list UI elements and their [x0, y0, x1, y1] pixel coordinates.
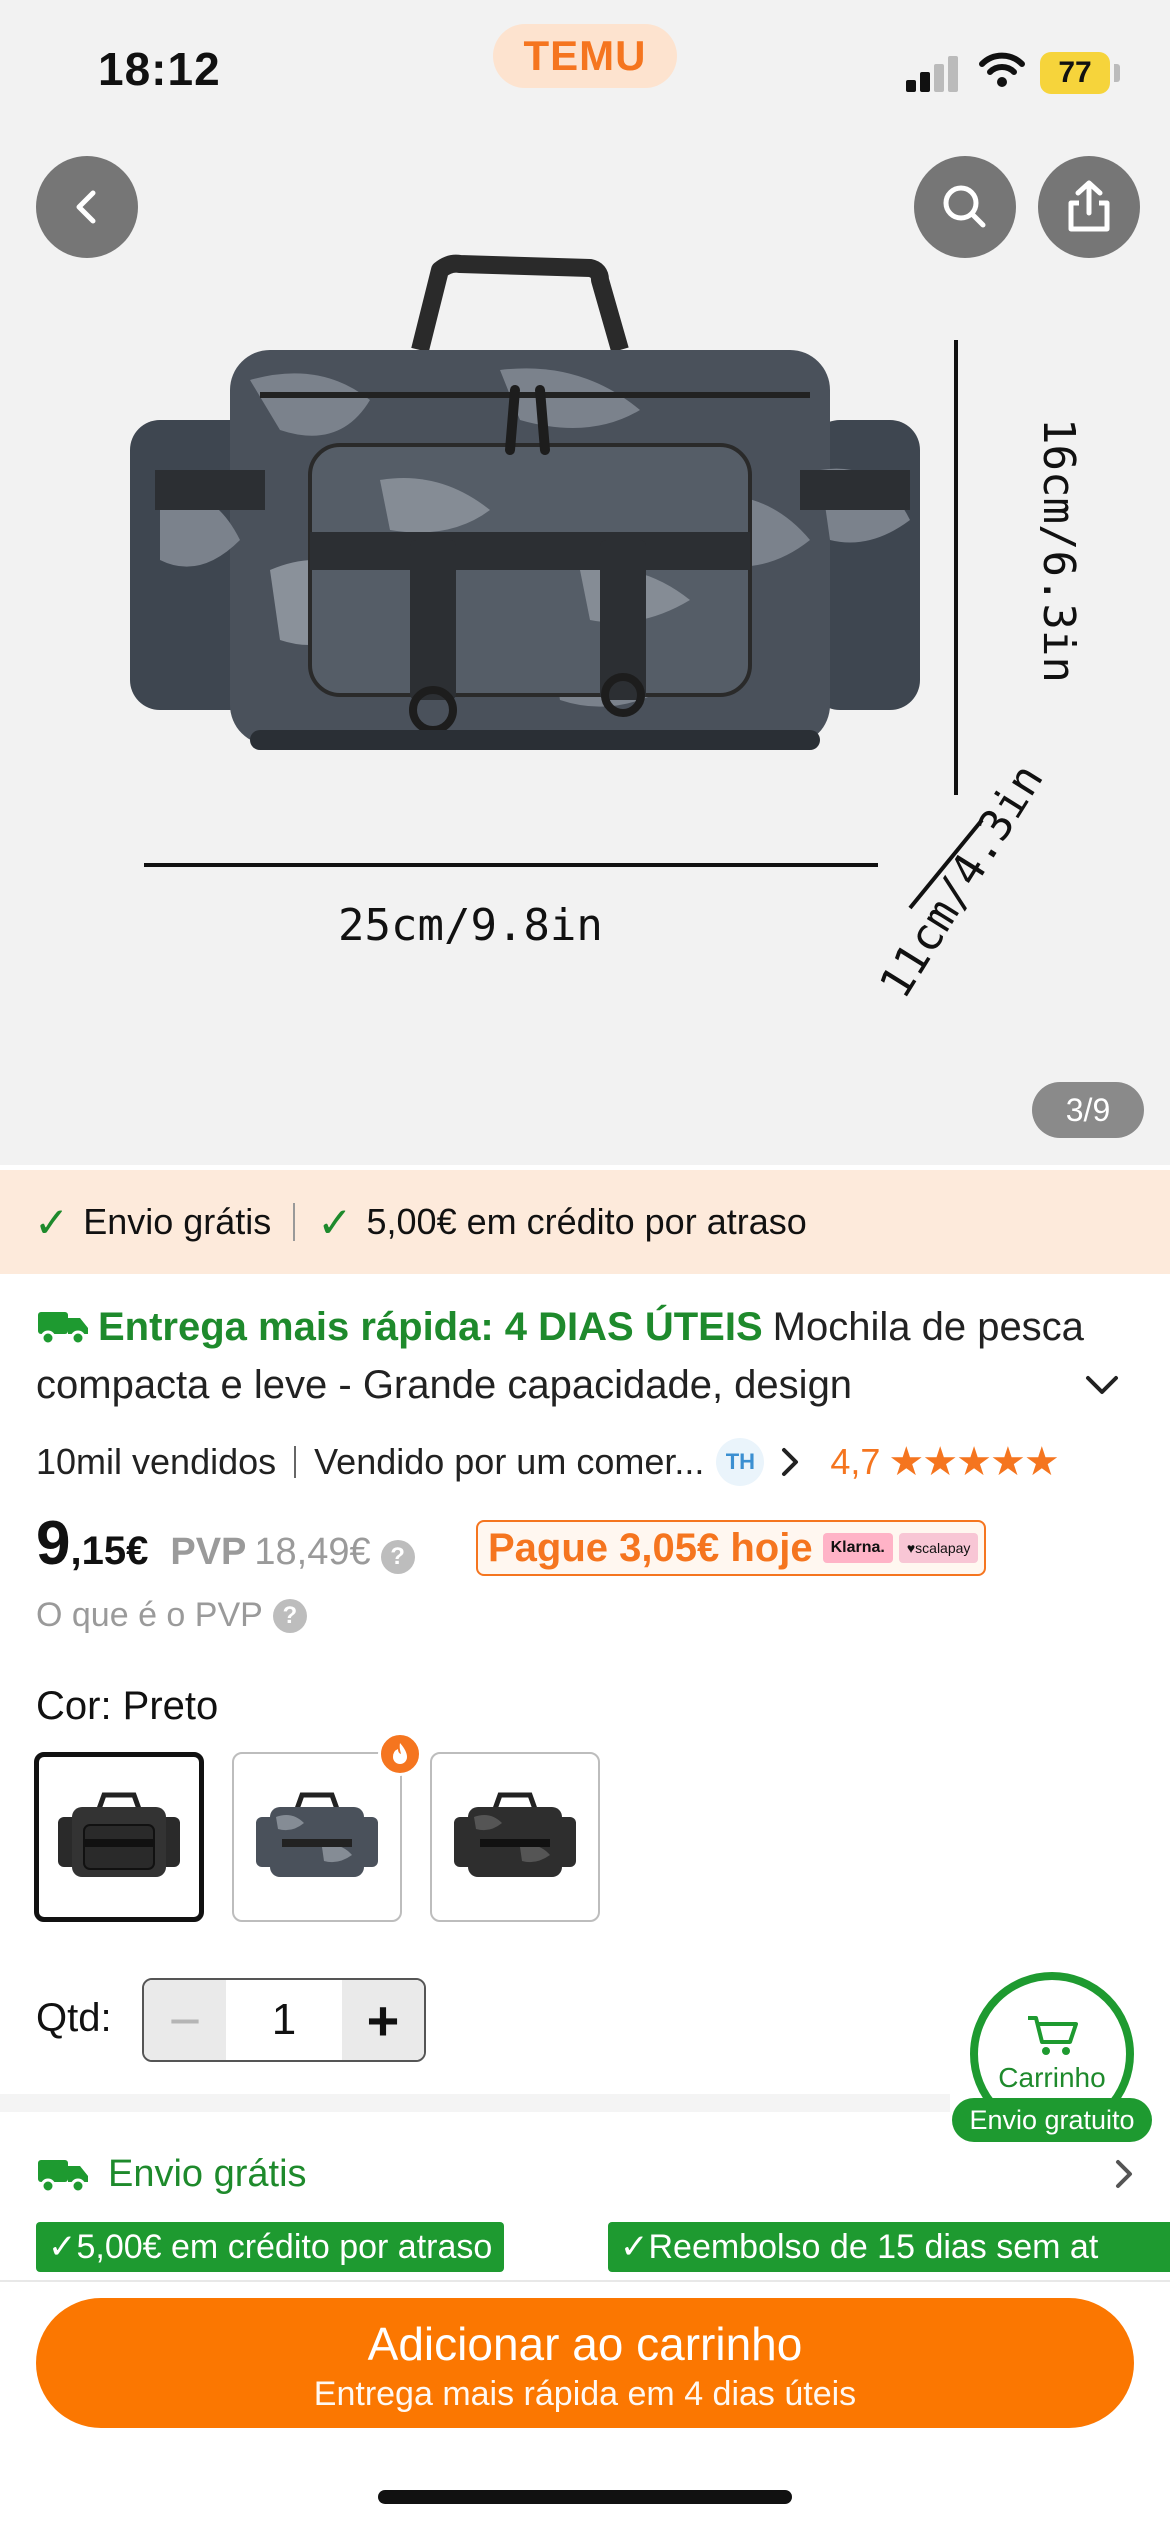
pvp-label: PVP — [170, 1531, 247, 1573]
chevron-right-icon — [1116, 2160, 1132, 2188]
chevron-down-icon[interactable] — [1082, 1372, 1122, 1400]
shipping-row[interactable]: Envio grátis — [36, 2146, 1136, 2202]
price-row: 9 ,15€ PVP 18,49€ ? Pague 3,05€ hoje Kla… — [36, 1508, 1146, 1588]
help-icon[interactable]: ? — [380, 1540, 415, 1574]
seller-link[interactable]: Vendido por um comer... — [314, 1441, 704, 1483]
cart-icon — [1028, 2016, 1078, 2055]
color-swatch-black[interactable] — [34, 1752, 204, 1922]
late-credit-tag: ✓5,00€ em crédito por atraso — [36, 2222, 505, 2272]
product-title[interactable]: Entrega mais rápida: 4 DIAS ÚTEIS Mochila… — [36, 1298, 1096, 1414]
quantity-stepper: − 1 + — [142, 1978, 426, 2062]
delivery-truck-icon — [38, 1312, 88, 1346]
help-icon: ? — [272, 1598, 307, 1633]
battery-indicator: 77 — [1040, 52, 1110, 94]
quantity-decrement-button[interactable]: − — [144, 1980, 226, 2060]
color-swatch-camo-gray[interactable] — [232, 1752, 402, 1922]
klarna-logo: Klarna. — [822, 1533, 893, 1563]
add-to-cart-button[interactable]: Adicionar ao carrinho Entrega mais rápid… — [36, 2298, 1134, 2428]
promo-free-shipping: Envio grátis — [83, 1201, 272, 1242]
seller-badge: TH — [716, 1438, 765, 1486]
add-to-cart-sublabel: Entrega mais rápida em 4 dias úteis — [313, 2375, 857, 2413]
promo-late-credit: 5,00€ em crédito por atraso — [366, 1201, 807, 1242]
pvp-info-text: O que é o PVP — [36, 1596, 263, 1634]
check-icon: ✓ — [317, 1198, 353, 1246]
battery-nub — [1114, 64, 1120, 82]
image-counter: 3/9 — [1032, 1082, 1144, 1138]
bag-thumbnail — [58, 1792, 180, 1877]
quantity-value[interactable]: 1 — [226, 1980, 342, 2060]
product-meta-row: 10mil vendidos Vendido por um comer... T… — [36, 1436, 1146, 1488]
installment-offer[interactable]: Pague 3,05€ hoje Klarna. ♥scalapay — [476, 1520, 987, 1576]
product-image-gallery[interactable]: 18:12 TEMU 77 25cm/9.8in 16cm/6.3in 11cm… — [0, 0, 1170, 1165]
promo-divider — [293, 1203, 296, 1241]
delivery-truck-icon — [38, 2160, 88, 2194]
share-icon — [1068, 180, 1110, 232]
temu-logo: TEMU — [493, 24, 677, 88]
promo-strip[interactable]: ✓ Envio grátis ✓ 5,00€ em crédito por at… — [0, 1170, 1170, 1274]
color-label: Cor: Preto — [36, 1684, 219, 1728]
meta-divider — [294, 1446, 297, 1478]
search-icon — [943, 185, 986, 228]
dimension-height: 16cm/6.3in — [1033, 418, 1084, 683]
free-shipping-badge: Envio gratuito — [952, 2098, 1152, 2142]
add-to-cart-label: Adicionar ao carrinho — [367, 2318, 803, 2370]
home-indicator[interactable] — [378, 2490, 792, 2504]
pay-today-text: Pague 3,05€ hoje — [488, 1525, 813, 1570]
refund-tag: ✓Reembolso de 15 dias sem at — [608, 2222, 1170, 2272]
check-icon: ✓ — [34, 1198, 70, 1246]
wifi-icon — [979, 52, 1025, 87]
scalapay-logo: ♥scalapay — [898, 1533, 979, 1563]
pvp-info-link[interactable]: O que é o PVP ? — [36, 1596, 307, 1635]
cellular-signal-icon — [906, 56, 960, 92]
quantity-increment-button[interactable]: + — [342, 1980, 424, 2060]
quantity-label: Qtd: — [36, 1996, 112, 2040]
sold-count: 10mil vendidos — [36, 1441, 277, 1482]
color-swatch-camo-black[interactable] — [430, 1752, 600, 1922]
divider — [0, 2280, 1170, 2282]
pvp-value: 18,49€ — [254, 1531, 371, 1573]
bag-thumbnail — [256, 1792, 378, 1877]
status-time: 18:12 — [98, 43, 221, 95]
chevron-right-icon[interactable] — [778, 1444, 802, 1480]
rating-stars: ★★★★★ — [888, 1440, 1059, 1484]
chevron-left-icon — [76, 190, 96, 224]
shipping-title: Envio grátis — [108, 2152, 307, 2195]
fast-delivery-label: Entrega mais rápida: 4 DIAS ÚTEIS — [98, 1305, 763, 1349]
section-divider — [0, 2094, 950, 2112]
bag-thumbnail — [454, 1792, 576, 1877]
price-decimal: ,15€ — [70, 1529, 149, 1573]
rating-value[interactable]: 4,7 — [830, 1441, 880, 1483]
dimension-width: 25cm/9.8in — [338, 900, 603, 951]
cart-label: Carrinho — [998, 2062, 1106, 2093]
price-integer: 9 — [36, 1509, 71, 1578]
hot-flame-icon — [378, 1732, 422, 1776]
